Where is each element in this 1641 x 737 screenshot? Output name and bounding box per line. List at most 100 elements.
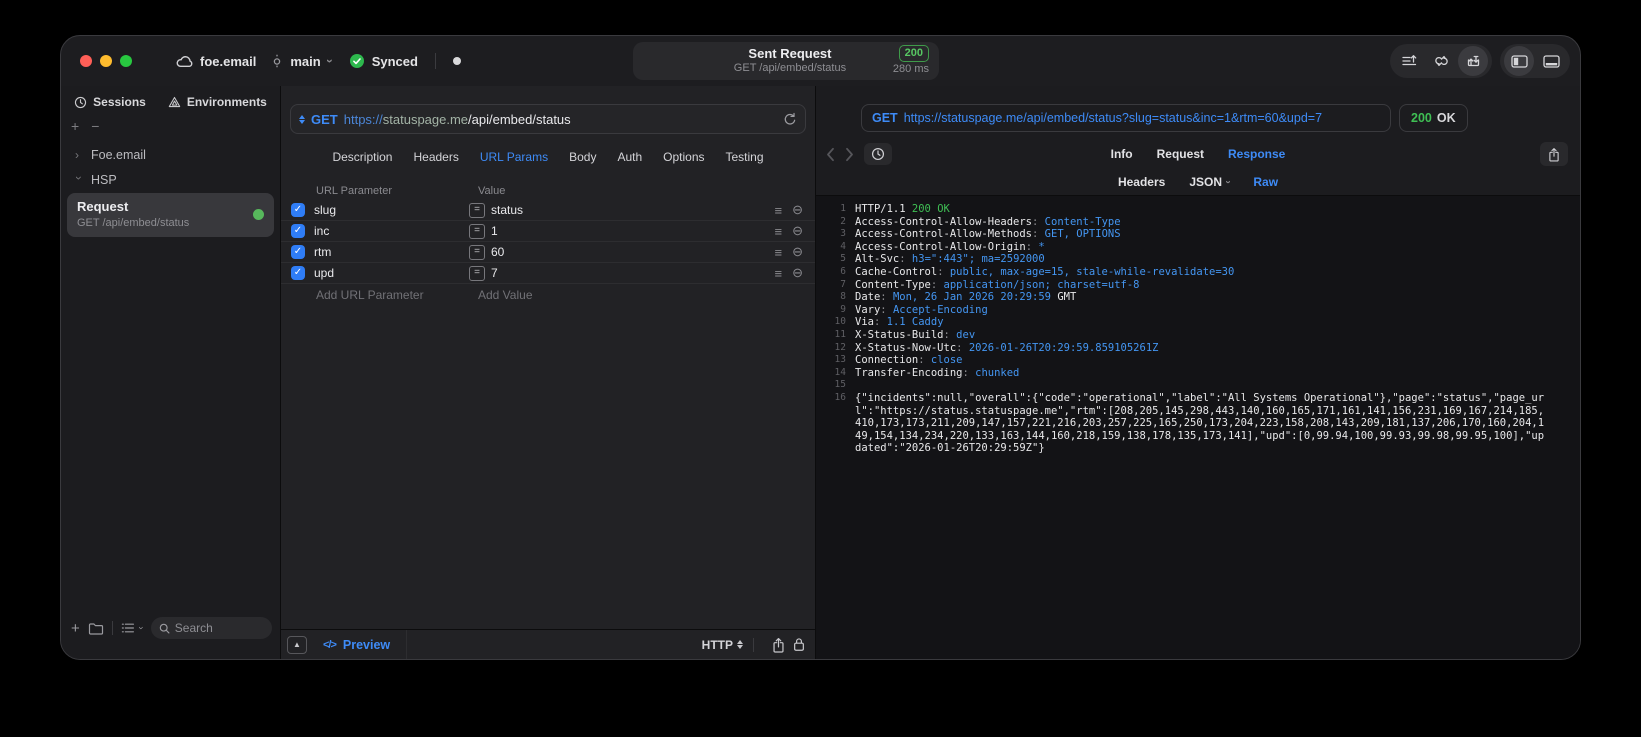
param-name[interactable]: inc bbox=[314, 224, 469, 238]
search-input[interactable]: Search bbox=[150, 617, 272, 639]
close-button[interactable] bbox=[80, 55, 92, 67]
tab-request[interactable]: Request bbox=[1157, 147, 1204, 161]
request-method[interactable]: GET bbox=[311, 112, 338, 127]
request-url-bar[interactable]: GET https://statuspage.me/api/embed/stat… bbox=[290, 104, 806, 134]
params-col-name: URL Parameter bbox=[316, 185, 393, 197]
url-params-section: URL Parameter Value ✓ slug = status ≡ ⊖ ✓ inc = 1… bbox=[281, 182, 815, 306]
subtab-headers[interactable]: Headers bbox=[1118, 175, 1165, 189]
tree-item-hsp[interactable]: › HSP bbox=[67, 167, 274, 192]
tree-item-label: HSP bbox=[91, 172, 117, 187]
environments-icon bbox=[168, 96, 181, 109]
list-view-chevron-icon[interactable]: › bbox=[136, 627, 146, 630]
line-number: 9 bbox=[840, 303, 846, 315]
branch-chevron-icon[interactable]: › bbox=[323, 59, 337, 63]
tab-description[interactable]: Description bbox=[332, 150, 392, 164]
subtab-raw[interactable]: Raw bbox=[1253, 175, 1278, 189]
tab-sessions[interactable]: Sessions bbox=[74, 95, 146, 109]
request-status-pill[interactable]: Sent Request GET /api/embed/status 200 2… bbox=[633, 42, 939, 80]
remove-session-icon[interactable]: − bbox=[91, 118, 99, 134]
line-number: 3 bbox=[840, 228, 846, 240]
param-name[interactable]: rtm bbox=[314, 245, 469, 259]
toggle-sidebar-icon[interactable] bbox=[1504, 46, 1534, 76]
tab-sessions-label: Sessions bbox=[93, 95, 146, 109]
param-value[interactable]: 1 bbox=[491, 224, 775, 238]
remove-param-icon[interactable]: ⊖ bbox=[792, 265, 803, 281]
param-value[interactable]: 7 bbox=[491, 266, 775, 280]
request-list-item[interactable]: Request GET /api/embed/status bbox=[67, 193, 274, 238]
reorder-handle-icon[interactable]: ≡ bbox=[775, 266, 783, 281]
line-number: 12 bbox=[834, 341, 846, 353]
protocol-selector[interactable]: HTTP bbox=[702, 638, 743, 652]
export-code-icon[interactable] bbox=[1393, 46, 1425, 76]
param-value[interactable]: status bbox=[491, 203, 775, 217]
remove-param-icon[interactable]: ⊖ bbox=[792, 202, 803, 218]
tab-options[interactable]: Options bbox=[663, 150, 704, 164]
tree-item-foe-email[interactable]: › Foe.email bbox=[67, 142, 274, 167]
branch-icon bbox=[271, 54, 283, 69]
import-export-icon[interactable] bbox=[1458, 46, 1488, 76]
response-line: 2 Access-Control-Allow-Headers: Content-T… bbox=[824, 216, 1550, 229]
request-status-subtitle: GET /api/embed/status bbox=[733, 62, 847, 75]
param-row: ✓ slug = status ≡ ⊖ bbox=[281, 200, 815, 220]
tab-response[interactable]: Response bbox=[1228, 147, 1285, 161]
line-content: Transfer-Encoding: chunked bbox=[855, 366, 1020, 379]
param-checkbox-icon[interactable]: ✓ bbox=[291, 203, 305, 217]
branch-name[interactable]: main bbox=[290, 54, 320, 69]
remove-param-icon[interactable]: ⊖ bbox=[792, 223, 803, 239]
response-line: 14 Transfer-Encoding: chunked bbox=[824, 367, 1550, 380]
share-response-icon[interactable] bbox=[1540, 142, 1568, 166]
tab-testing[interactable]: Testing bbox=[726, 150, 764, 164]
param-name[interactable]: upd bbox=[314, 266, 469, 280]
reorder-handle-icon[interactable]: ≡ bbox=[775, 203, 783, 218]
request-url[interactable]: https://statuspage.me/api/embed/status bbox=[344, 112, 571, 127]
chevron-right-icon[interactable]: › bbox=[75, 148, 83, 162]
reorder-handle-icon[interactable]: ≡ bbox=[775, 224, 783, 239]
remove-param-icon[interactable]: ⊖ bbox=[792, 244, 803, 260]
toggle-bottom-panel-icon[interactable] bbox=[1535, 46, 1567, 76]
param-value[interactable]: 60 bbox=[491, 245, 775, 259]
add-param-value[interactable]: Add Value bbox=[478, 288, 533, 302]
tab-body[interactable]: Body bbox=[569, 150, 596, 164]
tab-headers[interactable]: Headers bbox=[413, 150, 458, 164]
method-stepper-icon[interactable] bbox=[299, 114, 305, 124]
tab-info[interactable]: Info bbox=[1111, 147, 1133, 161]
compare-requests-icon[interactable] bbox=[1425, 46, 1457, 76]
subtab-json[interactable]: JSON › bbox=[1189, 175, 1233, 189]
sync-status[interactable]: Synced bbox=[372, 54, 418, 69]
collapse-panel-icon[interactable]: ▲ bbox=[287, 635, 307, 654]
response-line: 16 {"incidents":null,"overall":{"code":"o… bbox=[824, 392, 1550, 455]
tab-url-params[interactable]: URL Params bbox=[480, 150, 548, 164]
request-duration: 280 ms bbox=[892, 63, 929, 76]
param-checkbox-icon[interactable]: ✓ bbox=[291, 224, 305, 238]
zoom-button[interactable] bbox=[120, 55, 132, 67]
tab-auth[interactable]: Auth bbox=[617, 150, 642, 164]
param-row: ✓ rtm = 60 ≡ ⊖ bbox=[281, 241, 815, 262]
titlebar-actions bbox=[1390, 44, 1570, 78]
param-checkbox-icon[interactable]: ✓ bbox=[291, 266, 305, 280]
response-subtabs: Headers JSON › Raw bbox=[816, 169, 1580, 195]
add-session-icon[interactable]: + bbox=[71, 118, 79, 134]
preview-button[interactable]: </> Preview bbox=[323, 638, 390, 652]
project-name[interactable]: foe.email bbox=[200, 54, 256, 69]
new-request-icon[interactable]: + bbox=[71, 620, 80, 637]
reorder-handle-icon[interactable]: ≡ bbox=[775, 245, 783, 260]
response-status-text: OK bbox=[1436, 111, 1456, 125]
lock-icon[interactable] bbox=[793, 637, 805, 652]
share-request-icon[interactable] bbox=[772, 637, 785, 653]
tab-environments[interactable]: Environments bbox=[168, 95, 267, 109]
sent-request-url[interactable]: GET https://statuspage.me/api/embed/stat… bbox=[861, 104, 1391, 132]
add-param-row[interactable]: Add URL Parameter Add Value bbox=[281, 283, 815, 306]
add-param-name[interactable]: Add URL Parameter bbox=[316, 288, 478, 302]
line-number: 11 bbox=[834, 328, 846, 340]
chevron-down-icon[interactable]: › bbox=[72, 176, 86, 184]
response-body[interactable]: 1 HTTP/1.1 200 OK 2 Access-Control-Allow-He… bbox=[816, 195, 1580, 659]
param-checkbox-icon[interactable]: ✓ bbox=[291, 245, 305, 259]
url-scheme: https:// bbox=[343, 111, 383, 127]
response-viewer: GET https://statuspage.me/api/embed/stat… bbox=[816, 86, 1580, 659]
new-folder-icon[interactable] bbox=[88, 622, 104, 635]
line-number: 16 bbox=[834, 391, 846, 403]
minimize-button[interactable] bbox=[100, 55, 112, 67]
param-name[interactable]: slug bbox=[314, 203, 469, 217]
resend-request-icon[interactable] bbox=[783, 112, 797, 127]
list-view-icon[interactable] bbox=[121, 622, 135, 634]
